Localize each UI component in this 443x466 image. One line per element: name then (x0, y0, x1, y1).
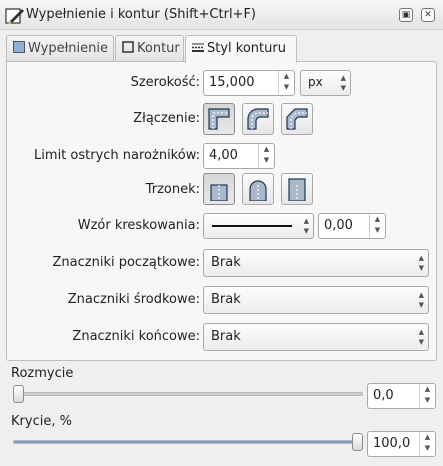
end-markers-value: Brak (211, 329, 241, 344)
cap-label: Trzonek: (145, 182, 200, 197)
start-markers-label: Znaczniki początkowe: (52, 255, 200, 270)
dash-pattern-select-arrows: ▲ ▼ (303, 217, 309, 235)
miter-limit-spin-arrows[interactable]: ▲ ▼ (258, 144, 274, 168)
bevel-join-button[interactable] (281, 103, 313, 135)
mid-markers-select[interactable]: Brak ▲ ▼ (203, 286, 429, 314)
end-markers-select[interactable]: Brak ▲ ▼ (203, 323, 429, 351)
blur-label: Rozmycie (11, 366, 74, 381)
tab-stroke-style-label: Styl konturu (207, 41, 286, 56)
opacity-spin-arrows[interactable]: ▲ ▼ (419, 432, 435, 456)
panel-menu-button[interactable]: ▣ (399, 8, 413, 22)
title-bar: Wypełnienie i kontur (Shift+Ctrl+F) ▣ ✕ (0, 0, 443, 30)
miter-limit-value[interactable]: 4,00 (209, 148, 238, 163)
blur-spin-arrows[interactable]: ▲ ▼ (419, 384, 435, 408)
tab-stroke-style[interactable]: Styl konturu (185, 35, 297, 63)
dash-pattern-label: Wzór kreskowania: (77, 218, 200, 233)
opacity-spinbox[interactable]: 100,0 ▲ ▼ (367, 431, 436, 457)
width-label: Szerokość: (130, 75, 200, 90)
dash-offset-spinbox[interactable]: 0,00 ▲ ▼ (318, 213, 386, 239)
round-join-icon (247, 108, 269, 130)
mid-markers-value: Brak (211, 292, 241, 307)
tab-fill-label: Wypełnienie (28, 41, 108, 56)
dash-offset-value[interactable]: 0,00 (324, 218, 353, 233)
square-cap-icon (288, 178, 306, 201)
unit-select-arrows: ▲ ▼ (340, 74, 346, 92)
opacity-value[interactable]: 100,0 (373, 436, 410, 451)
tab-stroke-paint[interactable]: Kontur (115, 35, 184, 62)
stroke-style-icon (192, 43, 204, 52)
end-markers-label: Znaczniki końcowe: (72, 329, 200, 344)
opacity-slider-handle[interactable] (352, 433, 363, 451)
mid-markers-label: Znaczniki środkowe: (67, 292, 200, 307)
fill-swatch-icon (13, 41, 25, 53)
width-spinbox[interactable]: 15,000 ▲ ▼ (203, 70, 295, 96)
blur-value[interactable]: 0,0 (373, 388, 394, 403)
blur-spinbox[interactable]: 0,0 ▲ ▼ (367, 383, 436, 409)
width-value[interactable]: 15,000 (209, 75, 255, 90)
square-cap-button[interactable] (281, 173, 313, 205)
start-markers-select-arrows: ▲ ▼ (418, 254, 424, 272)
miter-limit-spinbox[interactable]: 4,00 ▲ ▼ (203, 143, 275, 169)
start-markers-select[interactable]: Brak ▲ ▼ (203, 249, 429, 277)
bevel-join-icon (286, 108, 308, 130)
round-cap-button[interactable] (242, 173, 274, 205)
stroke-swatch-icon (122, 41, 134, 53)
mid-markers-select-arrows: ▲ ▼ (418, 291, 424, 309)
miter-limit-label: Limit ostrych narożników: (34, 148, 200, 163)
opacity-label: Krycie, % (11, 414, 72, 429)
round-join-button[interactable] (242, 103, 274, 135)
butt-cap-icon (210, 184, 228, 201)
unit-select[interactable]: px ▲ ▼ (300, 70, 351, 96)
width-spin-arrows[interactable]: ▲ ▼ (278, 71, 294, 95)
butt-cap-button[interactable] (203, 173, 235, 205)
opacity-slider-fill (14, 441, 362, 443)
end-markers-select-arrows: ▲ ▼ (418, 328, 424, 346)
unit-value: px (308, 75, 323, 89)
miter-join-button[interactable] (203, 103, 235, 135)
dash-offset-spin-arrows[interactable]: ▲ ▼ (369, 214, 385, 238)
opacity-slider-track[interactable] (13, 440, 363, 444)
round-cap-icon (249, 180, 267, 201)
start-markers-value: Brak (211, 255, 241, 270)
fill-stroke-icon (5, 8, 24, 24)
blur-slider-track[interactable] (13, 392, 363, 396)
close-panel-button[interactable]: ✕ (421, 8, 435, 22)
tab-stroke-paint-label: Kontur (137, 41, 180, 56)
dash-pattern-select[interactable]: ▲ ▼ (203, 213, 314, 239)
window-title: Wypełnienie i kontur (Shift+Ctrl+F) (26, 7, 256, 22)
join-label: Złączenie: (133, 111, 200, 126)
stroke-style-panel: Szerokość: 15,000 ▲ ▼ px ▲ ▼ Złączenie: Li… (6, 61, 437, 361)
blur-slider-handle[interactable] (13, 385, 24, 403)
miter-join-icon (208, 108, 230, 130)
dash-pattern-preview (212, 225, 292, 227)
tab-fill[interactable]: Wypełnienie (6, 35, 114, 62)
